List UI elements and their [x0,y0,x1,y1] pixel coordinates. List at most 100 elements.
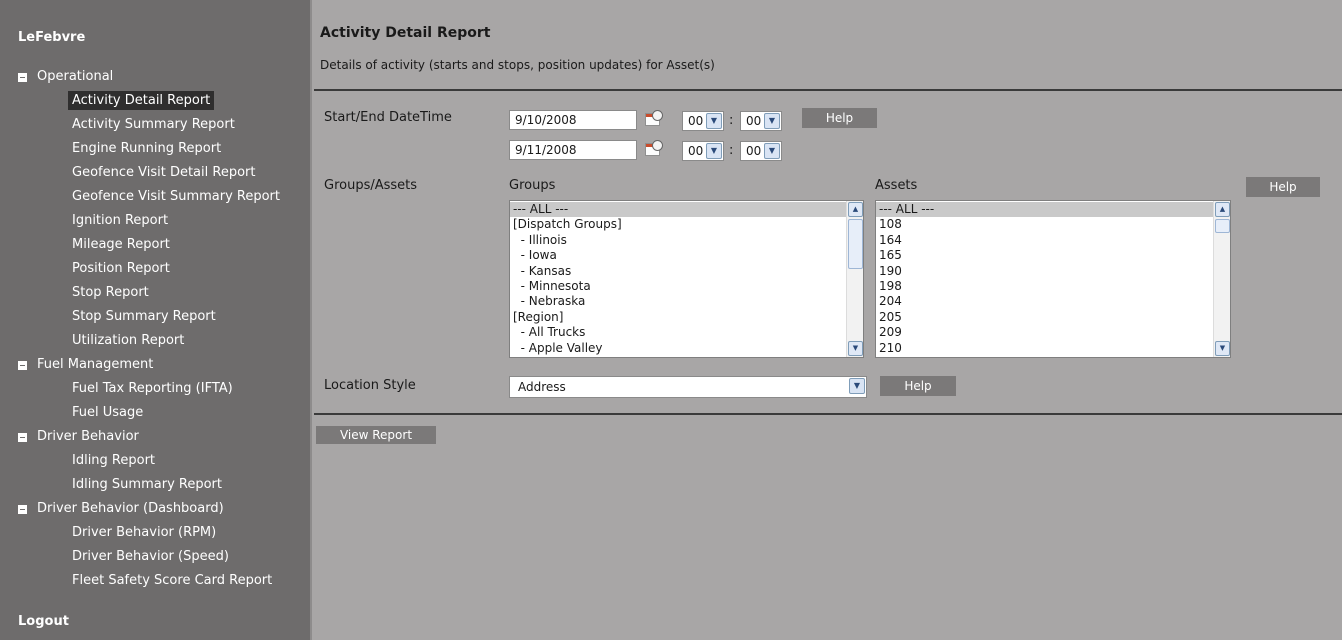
location-style-label: Location Style [324,378,416,393]
start-calendar-icon[interactable] [643,110,663,128]
sidebar-item-label: Stop Summary Report [72,309,216,324]
sidebar-group[interactable]: Fuel Management [0,353,310,377]
asset-option[interactable]: --- ALL --- [876,202,1230,218]
sidebar-item[interactable]: Stop Report [0,281,310,305]
location-style-select[interactable]: Address ▼ [509,376,867,398]
assets-options: --- ALL --- 108 164 165 190 198 204 205 209 210 [876,202,1230,356]
group-option[interactable]: [Region] [513,310,863,325]
group-option[interactable]: [Dispatch Groups] [513,217,863,232]
group-option[interactable]: - Minnesota [513,279,863,294]
sidebar-item-label: Fuel Tax Reporting (IFTA) [72,381,233,396]
asset-option[interactable]: 210 [879,341,1230,356]
end-calendar-icon[interactable] [643,140,663,158]
sidebar-item-label: Activity Detail Report [68,91,215,110]
sidebar-item[interactable]: Driver Behavior (RPM) [0,521,310,545]
sidebar-item[interactable]: Geofence Visit Detail Report [0,161,310,185]
sidebar-group[interactable]: Driver Behavior (Dashboard) [0,497,310,521]
page-subtitle: Details of activity (starts and stops, p… [320,58,715,72]
asset-option[interactable]: 205 [879,310,1230,325]
time-separator: : [729,143,734,158]
page-title: Activity Detail Report [320,25,491,41]
sidebar-item-label: Driver Behavior (RPM) [72,525,217,540]
start-minute-select[interactable]: 00 ▼ [740,111,782,131]
sidebar-group[interactable]: Driver Behavior [0,425,310,449]
asset-option[interactable]: 198 [879,279,1230,294]
sidebar-item[interactable]: Engine Running Report [0,137,310,161]
groups-assets-label: Groups/Assets [324,178,418,193]
groups-scrollbar[interactable]: ▲ ▼ [846,201,863,357]
group-option[interactable]: - Illinois [513,233,863,248]
asset-option[interactable]: 164 [879,233,1230,248]
end-hour-select[interactable]: 00 ▼ [682,141,724,161]
group-option[interactable]: - Kansas [513,264,863,279]
end-date-input[interactable]: 9/11/2008 [509,140,637,160]
collapse-icon[interactable] [18,504,27,514]
sidebar-item-label: Geofence Visit Summary Report [72,189,280,204]
group-option[interactable]: - Apple Valley [513,341,863,356]
start-minute-value: 00 [746,114,762,128]
sidebar-item[interactable]: Mileage Report [0,233,310,257]
main-panel: Activity Detail Report Details of activi… [310,0,1342,640]
start-hour-select[interactable]: 00 ▼ [682,111,724,131]
sidebar-item-label: Engine Running Report [72,141,222,156]
scroll-down-icon[interactable]: ▼ [1215,341,1230,356]
logout-link[interactable]: Logout [18,614,69,629]
sidebar-item[interactable]: Utilization Report [0,329,310,353]
sidebar-item[interactable]: Activity Summary Report [0,113,310,137]
sidebar-item[interactable]: Ignition Report [0,209,310,233]
sidebar-item[interactable]: Fuel Usage [0,401,310,425]
scroll-down-icon[interactable]: ▼ [848,341,863,356]
datetime-label: Start/End DateTime [324,110,452,125]
sidebar-group[interactable]: Operational [0,65,310,89]
sidebar-item[interactable]: Fleet Safety Score Card Report [0,569,310,593]
start-date-input[interactable]: 9/10/2008 [509,110,637,130]
collapse-icon[interactable] [18,360,27,370]
assets-header: Assets [875,178,918,193]
asset-option[interactable]: 108 [879,217,1230,232]
sidebar-group-label: Operational [37,69,114,84]
sidebar-item-label: Activity Summary Report [72,117,235,132]
scroll-thumb[interactable] [1215,219,1230,233]
asset-option[interactable]: 190 [879,264,1230,279]
groups-assets-help-button[interactable]: Help [1246,177,1320,197]
sidebar-item[interactable]: Fuel Tax Reporting (IFTA) [0,377,310,401]
collapse-icon[interactable] [18,72,27,82]
group-option[interactable]: --- ALL --- [510,202,863,218]
group-option[interactable]: - All Trucks [513,325,863,340]
time-separator: : [729,113,734,128]
sidebar-group-label: Driver Behavior [37,429,139,444]
scroll-thumb[interactable] [848,219,863,269]
view-report-button[interactable]: View Report [316,426,436,444]
sidebar-group-label: Driver Behavior (Dashboard) [37,501,224,516]
collapse-icon[interactable] [18,432,27,442]
sidebar-item[interactable]: Idling Report [0,449,310,473]
asset-option[interactable]: 165 [879,248,1230,263]
sidebar-item[interactable]: Geofence Visit Summary Report [0,185,310,209]
sidebar-item-label: Mileage Report [72,237,170,252]
group-option[interactable]: - Iowa [513,248,863,263]
scroll-up-icon[interactable]: ▲ [848,202,863,217]
end-minute-select[interactable]: 00 ▼ [740,141,782,161]
sidebar-item[interactable]: Stop Summary Report [0,305,310,329]
chevron-down-icon: ▼ [849,378,865,394]
sidebar-item-label: Idling Summary Report [72,477,222,492]
group-option[interactable]: - Nebraska [513,294,863,309]
start-hour-value: 00 [688,114,704,128]
chevron-down-icon: ▼ [706,113,722,129]
divider-top [314,89,1342,91]
location-help-button[interactable]: Help [880,376,956,396]
brand-name: LeFebvre [18,30,86,45]
sidebar-item-label: Utilization Report [72,333,185,348]
groups-listbox[interactable]: --- ALL --- [Dispatch Groups] - Illinois … [509,200,864,358]
assets-scrollbar[interactable]: ▲ ▼ [1213,201,1230,357]
scroll-up-icon[interactable]: ▲ [1215,202,1230,217]
assets-listbox[interactable]: --- ALL --- 108 164 165 190 198 204 205 209 210 ▲… [875,200,1231,358]
sidebar-item[interactable]: Position Report [0,257,310,281]
sidebar-item[interactable]: Driver Behavior (Speed) [0,545,310,569]
sidebar-item[interactable]: Idling Summary Report [0,473,310,497]
datetime-help-button[interactable]: Help [802,108,877,128]
asset-option[interactable]: 209 [879,325,1230,340]
location-style-value: Address [518,380,566,394]
asset-option[interactable]: 204 [879,294,1230,309]
sidebar-item[interactable]: Activity Detail Report [0,89,310,113]
